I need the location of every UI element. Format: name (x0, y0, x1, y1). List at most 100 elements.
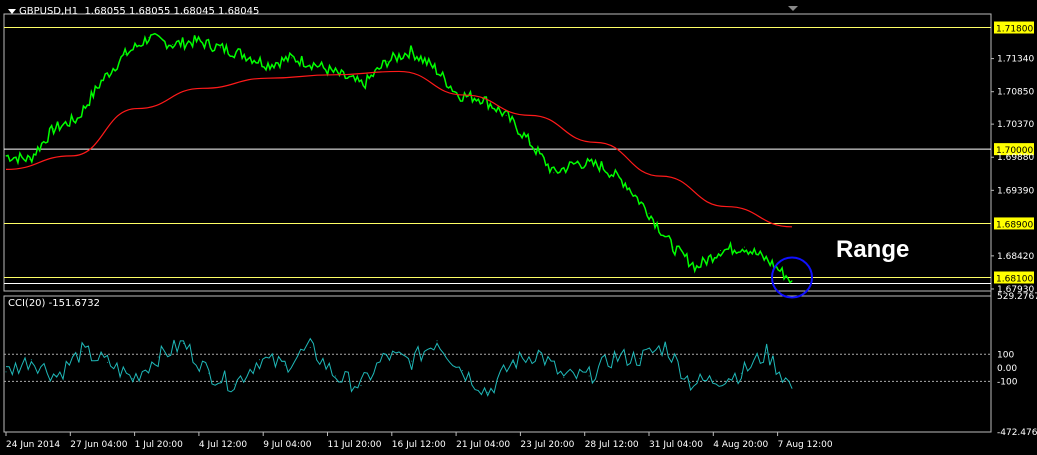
cci-point (512, 361, 514, 363)
cci-point (81, 351, 83, 353)
price-point (410, 50, 412, 52)
cci-tick-label: 0.00 (997, 364, 1017, 374)
time-tick-label: 4 Aug 20:00 (713, 440, 768, 450)
price-point (791, 280, 793, 282)
time-tick-label: 11 Jul 20:00 (328, 440, 382, 450)
price-tick-label: 1.70850 (997, 88, 1034, 98)
cci-panel[interactable] (4, 337, 991, 397)
price-point (5, 155, 7, 157)
cci-tick-label: 529.2767 (997, 292, 1037, 302)
cci-point (715, 379, 717, 381)
price-point (529, 141, 531, 143)
price-point (291, 57, 293, 59)
symbol-timeframe: GBPUSD,H1 (19, 6, 79, 17)
cci-point (30, 359, 32, 361)
price-point (505, 114, 507, 116)
time-tick-label: 4 Jul 12:00 (199, 440, 248, 450)
time-tick-label: 1 Jul 20:00 (135, 440, 184, 450)
cci-tick-label: 100 (997, 350, 1014, 360)
price-point (53, 128, 55, 130)
cci-point (487, 391, 489, 393)
time-tick-label: 31 Jul 04:00 (649, 440, 703, 450)
price-point (243, 54, 245, 56)
time-tick-label: 16 Jul 12:00 (392, 440, 446, 450)
cci-point (233, 383, 235, 385)
time-tick-label: 21 Jul 04:00 (456, 440, 510, 450)
cci-point (614, 356, 616, 358)
price-point (600, 165, 602, 167)
cci-point (740, 372, 742, 374)
price-point (267, 64, 269, 66)
shift-triangle-icon (788, 6, 798, 11)
ohlc-values: 1.68055 1.68055 1.68045 1.68045 (84, 6, 260, 17)
chart-header: GBPUSD,H1 1.68055 1.68055 1.68045 1.6804… (8, 6, 259, 17)
price-tick-label: 1.70370 (997, 120, 1034, 130)
cci-point (461, 370, 463, 372)
time-tick-label: 24 Jun 2014 (6, 440, 60, 450)
price-point (767, 260, 769, 262)
price-point (100, 81, 102, 83)
cci-axis: 529.2767 100 0.00 -100 -472.476 (997, 292, 1037, 438)
cci-point (106, 361, 108, 363)
cci-point (56, 375, 58, 377)
price-tick-label: 1.68420 (997, 252, 1034, 262)
cci-point (284, 364, 286, 366)
price-point (362, 84, 364, 86)
price-point (196, 40, 198, 42)
cci-point (537, 352, 539, 354)
price-point (696, 266, 698, 268)
price-point (315, 64, 317, 66)
price-point (553, 172, 555, 174)
price-point (743, 246, 745, 248)
cci-point (157, 356, 159, 358)
price-point (124, 54, 126, 56)
level-label: 1.68900 (996, 220, 1033, 230)
cci-point (259, 359, 261, 361)
price-point (172, 43, 174, 45)
price-point (219, 47, 221, 49)
cci-point (208, 372, 210, 374)
chart-canvas: 1.718001.700001.689001.681001.713401.708… (3, 6, 1037, 450)
cci-point (639, 357, 641, 359)
time-tick-label: 23 Jul 20:00 (520, 440, 574, 450)
time-tick-label: 9 Jul 04:00 (263, 440, 312, 450)
dropdown-triangle-icon[interactable] (8, 8, 16, 14)
cci-point (132, 378, 134, 380)
cci-point (182, 342, 184, 344)
time-axis: 24 Jun 2014 27 Jun 04:00 1 Jul 20:00 4 Jul … (5, 432, 833, 450)
price-point (148, 37, 150, 39)
cci-frame (3, 295, 992, 433)
level-label: 1.71800 (996, 25, 1033, 35)
cci-point (664, 345, 666, 347)
cci-line[interactable] (5, 337, 793, 397)
price-point (672, 246, 674, 248)
cci-point (411, 360, 413, 362)
cci-tick-label: -472.476 (997, 428, 1037, 438)
cci-point (385, 355, 387, 357)
cci-point (690, 382, 692, 384)
cci-point (5, 371, 7, 373)
price-point (624, 182, 626, 184)
price-point (76, 118, 78, 120)
time-tick-label: 28 Jul 12:00 (585, 440, 639, 450)
price-point (648, 212, 650, 214)
price-tick-label: 1.69880 (997, 153, 1034, 163)
cci-point (360, 385, 362, 387)
cci-point (791, 387, 793, 389)
cci-header: CCI(20) -151.6732 (8, 298, 100, 309)
cci-point (766, 352, 768, 354)
price-axis: 1.718001.700001.689001.681001.713401.708… (991, 21, 1034, 295)
cci-point (436, 340, 438, 342)
price-point (577, 162, 579, 164)
price-point (29, 158, 31, 160)
price-point (720, 249, 722, 251)
cci-point (335, 375, 337, 377)
cci-tick-label: -100 (997, 377, 1018, 387)
cci-point (309, 346, 311, 348)
time-tick-label: 7 Aug 12:00 (778, 440, 833, 450)
cci-point (563, 376, 565, 378)
cci-point (588, 375, 590, 377)
price-point (434, 67, 436, 69)
price-tick-label: 1.69390 (997, 186, 1034, 196)
time-tick-label: 27 Jun 04:00 (70, 440, 127, 450)
